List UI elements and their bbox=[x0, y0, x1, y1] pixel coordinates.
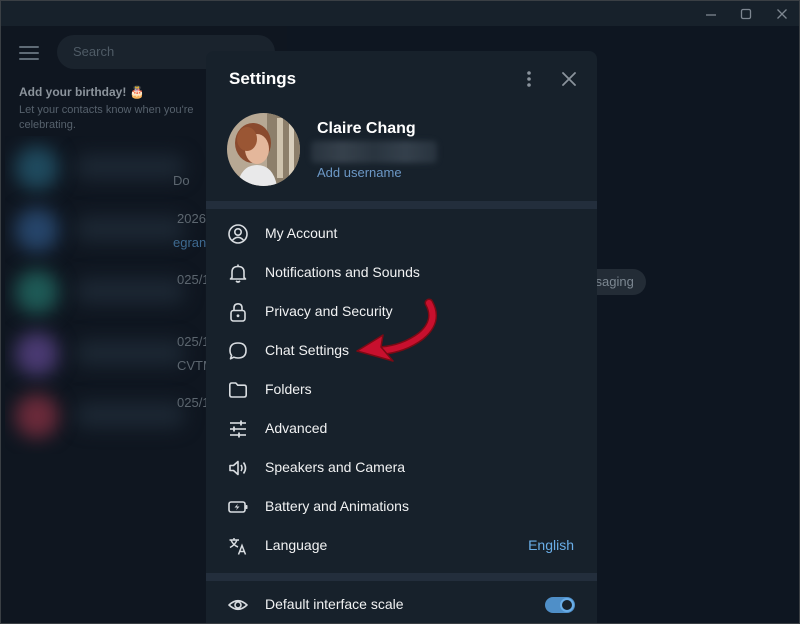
avatar bbox=[15, 208, 59, 252]
section-divider bbox=[206, 201, 597, 209]
maximize-icon bbox=[740, 8, 752, 19]
eye-icon bbox=[227, 594, 249, 616]
bell-icon bbox=[227, 262, 249, 284]
battery-icon bbox=[227, 496, 249, 518]
folder-icon bbox=[227, 379, 249, 401]
menu-item-label: Advanced bbox=[265, 420, 328, 436]
menu-item-privacy[interactable]: Privacy and Security bbox=[206, 292, 597, 331]
toggle-knob bbox=[560, 598, 574, 612]
menu-item-interface-scale[interactable]: Default interface scale bbox=[206, 585, 597, 623]
close-dialog-button[interactable] bbox=[556, 66, 582, 92]
add-username-link[interactable]: Add username bbox=[317, 165, 402, 180]
dialog-title: Settings bbox=[229, 69, 297, 88]
birthday-subtitle: Let your contacts know when you're celeb… bbox=[19, 104, 194, 131]
menu-item-label: Notifications and Sounds bbox=[265, 264, 420, 280]
minimize-button[interactable] bbox=[693, 1, 729, 26]
chat-fragment: 025/1 bbox=[177, 272, 210, 287]
redacted-phone bbox=[311, 141, 437, 163]
menu-item-label: My Account bbox=[265, 225, 338, 241]
avatar bbox=[15, 394, 59, 438]
chat-fragment: 025/1 bbox=[177, 395, 210, 410]
menu-item-label: Speakers and Camera bbox=[265, 459, 406, 475]
window-titlebar bbox=[1, 1, 799, 26]
avatar bbox=[15, 146, 59, 190]
menu-item-label: Battery and Animations bbox=[265, 498, 409, 514]
account-icon bbox=[227, 223, 249, 245]
menu-item-notifications[interactable]: Notifications and Sounds bbox=[206, 253, 597, 292]
menu-item-battery[interactable]: Battery and Animations bbox=[206, 487, 597, 526]
menu-item-speakers-camera[interactable]: Speakers and Camera bbox=[206, 448, 597, 487]
search-placeholder: Search bbox=[73, 44, 115, 59]
menu-item-label: Folders bbox=[265, 381, 312, 397]
telegram-window: Search Add your birthday! 🎂 Let your con… bbox=[0, 0, 800, 624]
section-divider bbox=[206, 573, 597, 581]
interface-scale-toggle[interactable] bbox=[545, 597, 575, 613]
close-window-button[interactable] bbox=[764, 1, 799, 26]
menu-item-label: Privacy and Security bbox=[265, 303, 393, 319]
settings-dialog: Settings Claire Chang Add username My Ac… bbox=[206, 51, 597, 623]
menu-item-advanced[interactable]: Advanced bbox=[206, 409, 597, 448]
profile-avatar[interactable] bbox=[227, 113, 300, 186]
avatar bbox=[15, 270, 59, 314]
more-vertical-icon bbox=[527, 71, 531, 87]
hamburger-menu-icon[interactable] bbox=[19, 46, 39, 60]
chat-fragment: 025/1 bbox=[177, 334, 210, 349]
menu-item-folders[interactable]: Folders bbox=[206, 370, 597, 409]
profile-photo bbox=[227, 113, 300, 186]
lock-icon bbox=[227, 301, 249, 323]
close-icon bbox=[777, 8, 787, 19]
menu-item-chat-settings[interactable]: Chat Settings bbox=[206, 331, 597, 370]
menu-item-my-account[interactable]: My Account bbox=[206, 214, 597, 253]
menu-item-language[interactable]: Language English bbox=[206, 526, 597, 565]
avatar bbox=[15, 332, 59, 376]
maximize-button[interactable] bbox=[728, 1, 764, 26]
chat-bubble-icon bbox=[227, 340, 249, 362]
menu-item-label: Default interface scale bbox=[265, 596, 404, 612]
translate-icon bbox=[227, 535, 249, 557]
profile-name: Claire Chang bbox=[317, 120, 416, 137]
speaker-icon bbox=[227, 457, 249, 479]
minimize-icon bbox=[706, 13, 716, 16]
chat-fragment: 2026 bbox=[177, 211, 206, 226]
sliders-icon bbox=[227, 418, 249, 440]
close-icon bbox=[562, 72, 576, 86]
more-options-button[interactable] bbox=[518, 66, 540, 92]
menu-item-label: Language bbox=[265, 537, 328, 553]
birthday-title[interactable]: Add your birthday! 🎂 bbox=[19, 85, 145, 99]
language-value[interactable]: English bbox=[528, 537, 574, 553]
menu-item-label: Chat Settings bbox=[265, 342, 350, 358]
chat-fragment: Do bbox=[173, 173, 190, 188]
chat-fragment: egran bbox=[173, 235, 207, 250]
